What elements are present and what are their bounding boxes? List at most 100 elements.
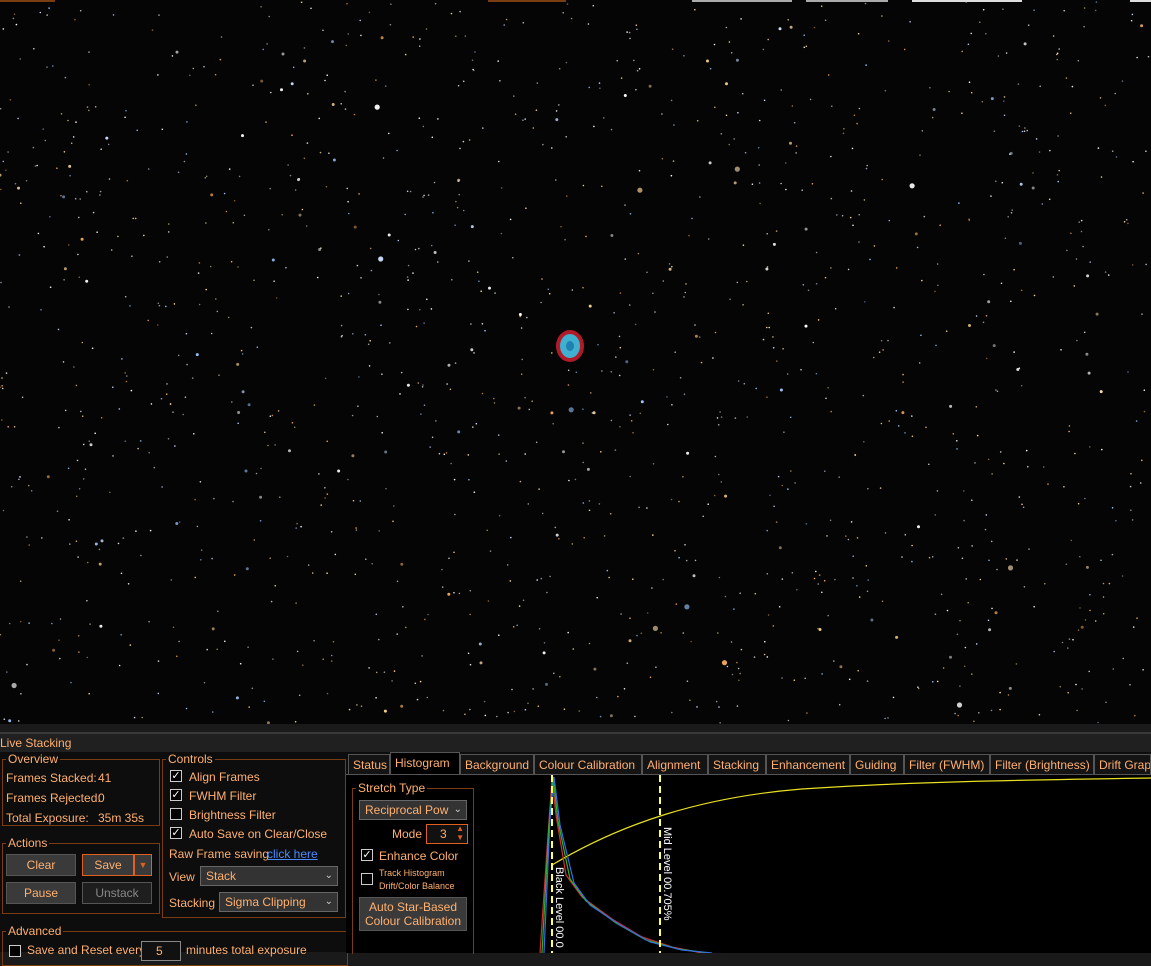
tab-histogram[interactable]: Histogram [390,752,460,774]
star [287,164,289,166]
star [971,499,973,502]
tab-filter-fwhm[interactable]: Filter (FWHM) [904,754,990,774]
star [917,687,920,690]
star [1140,24,1144,28]
raw-frame-link[interactable]: click here [267,847,318,861]
star [1108,582,1111,585]
star [865,167,868,170]
star [1071,85,1074,88]
pause-button[interactable]: Pause [6,882,76,904]
enhance-color-checkbox[interactable]: ✓ [361,849,373,861]
star [473,491,476,494]
image-viewer[interactable] [0,0,1151,724]
save-button[interactable]: Save [82,854,134,876]
star [405,626,407,629]
star [169,403,172,406]
star [963,490,965,492]
tab-background[interactable]: Background [460,754,534,774]
star [858,107,861,110]
star [374,104,380,110]
star [306,142,309,144]
star [540,301,542,304]
ring-nebula [556,330,584,362]
star [720,481,723,483]
star [1075,683,1077,686]
star [973,720,975,723]
star [987,458,990,461]
align-frames-checkbox[interactable]: ✓ [170,770,182,782]
star [1002,8,1004,10]
star [880,422,883,425]
star [686,680,689,682]
tab-filter-brightness[interactable]: Filter (Brightness) [990,754,1094,774]
spin-down-icon[interactable]: ▼ [456,833,464,842]
tab-stacking[interactable]: Stacking [708,754,766,774]
star [375,671,378,674]
star [383,671,386,673]
star [205,175,208,178]
star [753,656,756,658]
star [652,625,659,632]
star [1079,607,1081,609]
star [856,585,858,587]
star [1097,147,1100,149]
star [334,553,337,556]
star [252,84,254,86]
tab-colour-calibration[interactable]: Colour Calibration [534,754,642,774]
star [1095,1,1098,3]
star [887,40,890,42]
star [79,198,81,200]
tab-alignment[interactable]: Alignment [642,754,708,774]
auto-star-calibration-button[interactable]: Auto Star-Based Colour Calibration [359,897,467,931]
save-dropdown-button[interactable]: ▼ [134,854,152,876]
star [535,109,538,111]
star [780,182,782,185]
unstack-button[interactable]: Unstack [82,882,152,904]
star [407,308,409,311]
view-select[interactable]: Stack ⌄ [200,866,338,886]
fwhm-filter-checkbox[interactable]: ✓ [170,789,182,801]
histogram-plot[interactable]: Black Level 00.0 Mid Level 00.705% [482,775,1151,953]
star [375,613,378,616]
star [614,449,617,451]
track-histogram-checkbox[interactable] [361,873,373,885]
star [274,444,276,446]
clear-button[interactable]: Clear [6,854,76,876]
brightness-filter-checkbox[interactable] [170,808,182,820]
mode-stepper[interactable]: 3 ▲ ▼ [426,824,468,844]
star [755,387,757,390]
star [978,712,980,714]
stacking-select[interactable]: Sigma Clipping ⌄ [219,892,338,912]
star [264,431,266,434]
tab-drift-graph[interactable]: Drift Grap [1094,754,1151,774]
star [27,484,30,487]
star [1102,612,1105,615]
star [78,488,81,490]
spin-up-icon[interactable]: ▲ [456,824,464,833]
star [262,48,265,51]
tab-guiding[interactable]: Guiding [850,754,904,774]
star [68,519,70,521]
star [934,514,937,516]
star [98,562,102,566]
star [838,476,840,478]
save-reset-checkbox[interactable] [9,945,21,957]
tab-status[interactable]: Status [348,754,390,774]
star [378,293,380,296]
star [949,655,952,659]
stretch-type-value: Reciprocal Pow [365,803,449,817]
tab-enhancement[interactable]: Enhancement [766,754,850,774]
star [483,700,486,703]
star [619,292,622,294]
stretch-type-select[interactable]: Reciprocal Pow ⌄ [359,800,467,820]
star [724,494,728,498]
star [1083,25,1085,28]
brightness-filter-label: Brightness Filter [189,808,276,822]
auto-save-checkbox[interactable]: ✓ [170,827,182,839]
star [503,24,506,26]
save-reset-stepper[interactable]: 5 [141,941,181,961]
star [870,618,874,622]
star [956,440,958,442]
star [269,187,272,190]
star [107,143,110,146]
